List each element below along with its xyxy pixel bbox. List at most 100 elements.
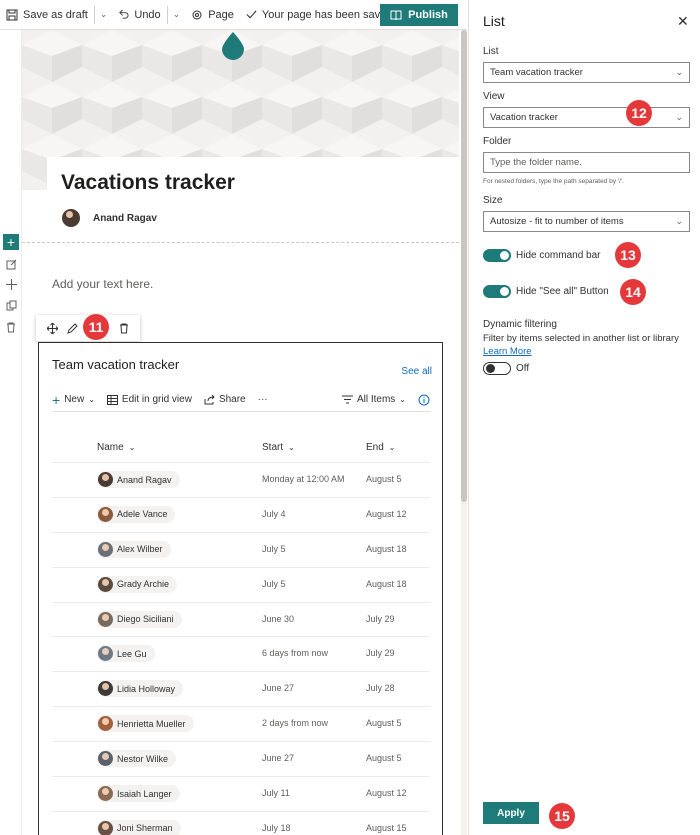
move-icon <box>5 278 17 290</box>
publish-button[interactable]: Publish <box>380 4 458 26</box>
avatar <box>98 786 113 802</box>
end-date-cell: July 29 <box>366 648 395 659</box>
book-icon <box>390 10 402 20</box>
person-chip[interactable]: Joni Sherman <box>97 819 181 835</box>
column-end-label: End <box>366 442 384 453</box>
close-icon[interactable]: ✕ <box>677 13 689 30</box>
column-header-start[interactable]: Start ⌄ <box>262 442 295 453</box>
avatar <box>98 681 113 697</box>
duplicate-section-button[interactable] <box>3 297 19 313</box>
callout-15: 15 <box>549 803 575 829</box>
person-chip[interactable]: Isaiah Langer <box>97 785 180 803</box>
save-icon <box>6 9 18 20</box>
start-date-cell: 6 days from now <box>262 648 329 659</box>
undo-label: Undo <box>134 8 161 21</box>
table-row[interactable]: Lee Gu 6 days from now July 29 <box>52 636 430 671</box>
table-row[interactable]: Adele Vance July 4 August 12 <box>52 496 430 532</box>
edit-pencil-icon[interactable] <box>67 322 78 334</box>
add-section-button[interactable]: + <box>3 234 19 250</box>
person-name: Henrietta Mueller <box>117 718 186 729</box>
person-name: Isaiah Langer <box>117 788 172 799</box>
table-row[interactable]: Nestor Wilke June 27 August 5 <box>52 741 430 776</box>
chevron-down-icon: ⌄ <box>388 443 396 452</box>
table-row[interactable]: Anand Ragav Monday at 12:00 AM August 5 <box>52 462 430 497</box>
list-rows: Anand Ragav Monday at 12:00 AM August 5 Ade… <box>52 462 430 835</box>
table-row[interactable]: Henrietta Mueller 2 days from now August 5 <box>52 706 430 741</box>
dynamic-filtering-toggle[interactable] <box>483 362 511 375</box>
hide-command-bar-row: Hide command bar <box>483 249 600 262</box>
list-dropdown[interactable]: Team vacation tracker ⌄ <box>483 62 690 83</box>
move-icon[interactable] <box>46 322 58 334</box>
view-selector[interactable]: All Items ⌄ <box>341 394 406 405</box>
info-icon[interactable] <box>418 394 430 406</box>
person-chip[interactable]: Alex Wilber <box>97 540 171 558</box>
view-dropdown[interactable]: Vacation tracker ⌄ <box>483 107 690 128</box>
person-chip[interactable]: Adele Vance <box>97 505 176 523</box>
start-date-cell: June 27 <box>262 753 295 764</box>
see-all-link[interactable]: See all <box>401 366 432 377</box>
save-draft-button[interactable]: Save as draft <box>0 0 94 30</box>
person-chip[interactable]: Henrietta Mueller <box>97 715 194 733</box>
person-chip[interactable]: Lee Gu <box>97 645 155 663</box>
plus-icon: + <box>52 391 61 408</box>
column-header-end[interactable]: End ⌄ <box>366 442 396 453</box>
folder-input-placeholder: Type the folder name. <box>490 157 582 168</box>
move-section-button[interactable] <box>3 276 19 292</box>
person-chip[interactable]: Lidia Holloway <box>97 680 184 698</box>
share-icon <box>204 394 215 404</box>
chevron-down-icon[interactable]: ⌄ <box>95 9 113 20</box>
person-chip[interactable]: Diego Siciliani <box>97 610 182 628</box>
column-header-name[interactable]: Name ⌄ <box>97 442 135 453</box>
trash-icon[interactable] <box>119 323 129 334</box>
delete-section-button[interactable] <box>3 319 19 335</box>
page-settings-button[interactable]: Page <box>185 0 240 30</box>
undo-button[interactable]: Undo <box>112 0 166 30</box>
person-name: Adele Vance <box>117 509 168 520</box>
table-row[interactable]: Lidia Holloway June 27 July 28 <box>52 671 430 706</box>
start-date-cell: July 18 <box>262 822 291 833</box>
table-row[interactable]: Joni Sherman July 18 August 15 <box>52 810 430 835</box>
pane-title: List <box>483 13 505 29</box>
focal-point-icon[interactable] <box>222 30 244 60</box>
scrollbar-thumb[interactable] <box>461 30 467 502</box>
page-title[interactable]: Vacations tracker <box>61 171 235 195</box>
hide-command-bar-toggle[interactable] <box>483 249 511 262</box>
table-row[interactable]: Isaiah Langer July 11 August 12 <box>52 776 430 811</box>
hide-see-all-toggle[interactable] <box>483 285 511 298</box>
avatar <box>98 506 113 522</box>
size-dropdown[interactable]: Autosize - fit to number of items ⌄ <box>483 211 690 232</box>
title-area[interactable]: Vacations tracker Anand Ragav <box>47 157 459 267</box>
end-date-cell: July 28 <box>366 683 395 694</box>
apply-button[interactable]: Apply <box>483 802 539 824</box>
grid-view-button[interactable]: Edit in grid view <box>106 394 192 405</box>
person-name: Nestor Wilke <box>117 753 169 764</box>
folder-input[interactable]: Type the folder name. <box>483 152 690 173</box>
list-webpart[interactable]: Team vacation tracker See all + New ⌄ Ed… <box>38 342 443 835</box>
new-item-button[interactable]: + New ⌄ <box>52 391 95 408</box>
author-name: Anand Ragav <box>93 212 157 224</box>
trash-icon <box>7 322 15 332</box>
save-status: Your page has been saved <box>240 9 398 21</box>
size-dropdown-value: Autosize - fit to number of items <box>490 216 624 227</box>
table-row[interactable]: Grady Archie July 5 August 18 <box>52 566 430 602</box>
start-date-cell: Monday at 12:00 AM <box>262 474 345 484</box>
share-button[interactable]: Share <box>204 394 246 405</box>
callout-14: 14 <box>620 279 646 305</box>
canvas-scrollbar[interactable] <box>461 30 467 835</box>
edit-section-button[interactable] <box>3 256 19 272</box>
new-label: New <box>64 394 85 405</box>
more-options-button[interactable]: ··· <box>258 394 268 405</box>
person-chip[interactable]: Nestor Wilke <box>97 750 177 768</box>
undo-icon <box>119 9 129 19</box>
callout-12: 12 <box>626 100 652 126</box>
end-date-cell: August 18 <box>366 578 407 589</box>
section-rail: + <box>0 30 22 835</box>
table-row[interactable]: Alex Wilber July 5 August 18 <box>52 531 430 567</box>
text-webpart-placeholder[interactable]: Add your text here. <box>52 277 153 291</box>
table-row[interactable]: Diego Siciliani June 30 July 29 <box>52 601 430 637</box>
chevron-down-icon[interactable]: ⌄ <box>168 9 186 20</box>
person-chip[interactable]: Grady Archie <box>97 575 178 593</box>
plus-icon: + <box>6 234 16 250</box>
learn-more-link[interactable]: Learn More <box>483 346 532 357</box>
person-chip[interactable]: Anand Ragav <box>97 471 180 488</box>
